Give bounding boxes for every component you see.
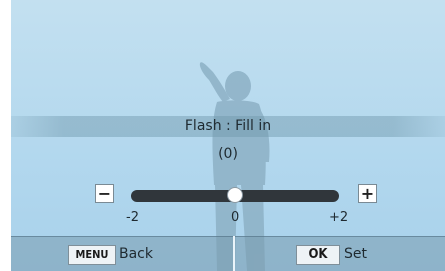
bottom-bar-divider [233,236,235,271]
slider-min-label: -2 [126,210,139,225]
setting-title: Flash : Fill in [184,118,272,134]
ok-key-icon[interactable]: OK [296,245,340,265]
setting-value: (0) [218,146,238,162]
slider-max-label: +2 [329,210,349,225]
menu-key-icon[interactable]: MENU [68,245,116,265]
camera-screen: Flash : Fill in (0) − + -2 0 +2 MENU Bac… [11,0,445,271]
decrease-button[interactable]: − [95,184,114,203]
set-label[interactable]: Set [344,246,367,262]
slider-knob[interactable] [227,187,243,203]
back-label[interactable]: Back [119,246,153,262]
slider-mid-label: 0 [231,210,240,225]
increase-button[interactable]: + [358,184,377,203]
